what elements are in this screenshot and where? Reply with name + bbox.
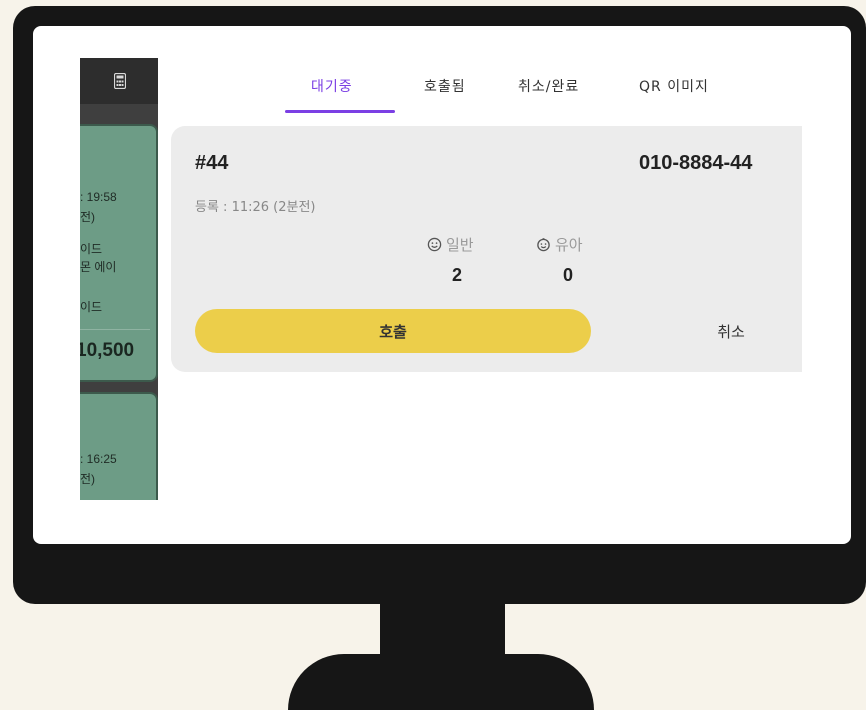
divider [80,329,150,330]
order-sidebar: : 19:58 전) 이드 몬 에이 이드 10,500 : 16:25 전) [80,58,158,500]
order-price: 10,500 [80,340,135,361]
cancel-button[interactable]: 취소 [651,309,802,353]
infant-label-text: 유아 [555,236,583,254]
monitor-stand [288,654,594,710]
infant-label: 유아 [536,234,583,255]
tab-called[interactable]: 호출됨 [424,76,466,96]
order-item: 이드 [80,242,103,256]
sidebar-toolbar [80,58,158,104]
app-window: : 19:58 전) 이드 몬 에이 이드 10,500 : 16:25 전) … [80,58,802,500]
monitor-screen: : 19:58 전) 이드 몬 에이 이드 10,500 : 16:25 전) … [33,26,851,544]
tab-waiting[interactable]: 대기중 [311,76,353,96]
registration-time: 등록 : 11:26 (2분전) [195,200,316,215]
order-elapsed: 전) [80,472,96,486]
waiting-number: #44 [195,152,229,174]
general-count: 2 [452,265,463,285]
order-time: : 19:58 [80,190,117,204]
order-time: : 16:25 [80,452,117,466]
smile-icon [427,237,442,252]
order-elapsed: 전) [80,210,96,224]
active-tab-indicator [285,110,395,113]
baby-icon [537,238,550,252]
tab-cancelled-completed[interactable]: 취소/완료 [518,76,579,96]
order-card[interactable]: : 16:25 전) [80,392,158,500]
tab-qr-image[interactable]: QR 이미지 [639,76,709,96]
call-button[interactable]: 호출 [195,309,591,353]
calculator-icon[interactable] [114,73,126,89]
order-item: 이드 [80,300,103,314]
tab-bar: 대기중 호출됨 취소/완료 QR 이미지 [158,58,802,114]
general-label-text: 일반 [446,236,474,254]
order-card[interactable]: : 19:58 전) 이드 몬 에이 이드 10,500 [80,124,158,382]
waiting-card: #44 010-8884-44 등록 : 11:26 (2분전) 일반 2 유아… [171,126,802,372]
infant-count: 0 [563,265,574,285]
order-item: 몬 에이 [80,260,117,274]
phone-number: 010-8884-44 [639,152,753,174]
general-label: 일반 [427,234,474,255]
